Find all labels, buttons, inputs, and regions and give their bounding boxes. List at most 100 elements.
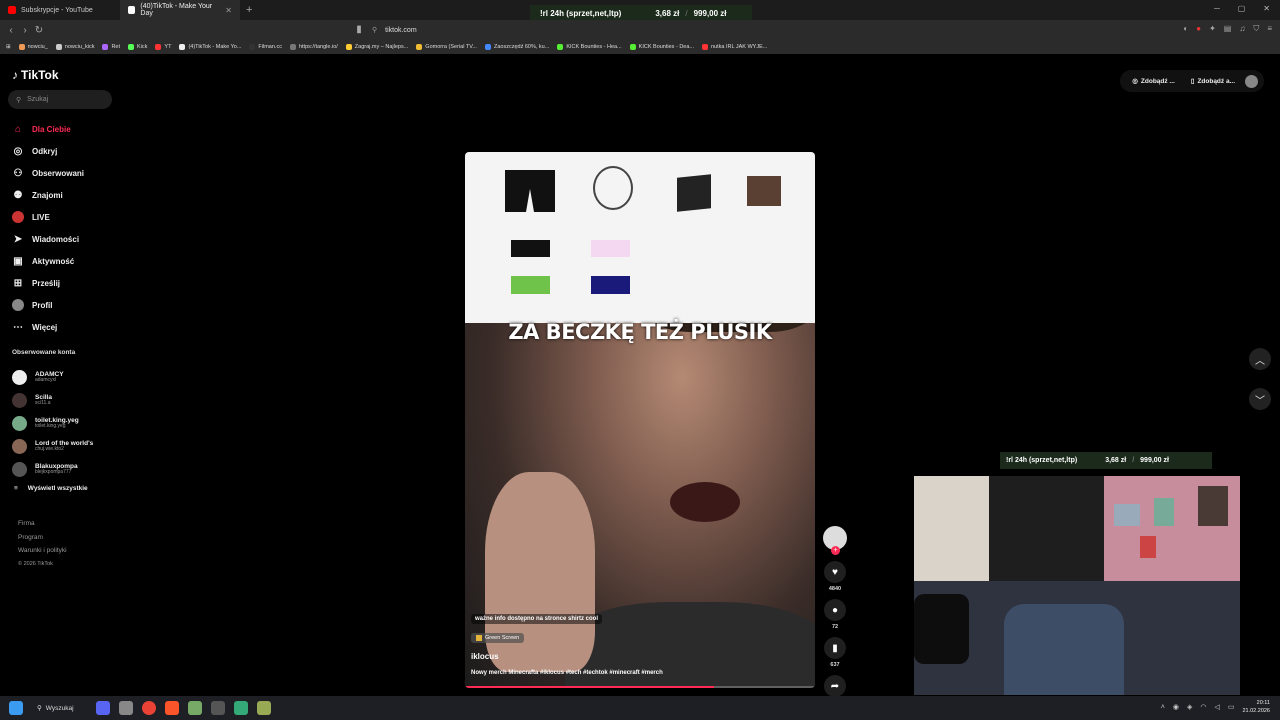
sidebar-item-activity[interactable]: ▣ Aktywność xyxy=(12,250,112,272)
search-icon: ⚲ xyxy=(16,96,22,104)
apps-icon[interactable]: ⊞ xyxy=(6,44,11,50)
sidebar-item-for-you[interactable]: ⌂ Dla Ciebie xyxy=(12,118,112,140)
save-button[interactable]: ▮ xyxy=(824,637,846,659)
sidebar-item-following[interactable]: ⚇ Obserwowani xyxy=(12,162,112,184)
forward-icon[interactable]: › xyxy=(18,25,32,36)
sidebar-item-upload[interactable]: ⊞ Prześlij xyxy=(12,272,112,294)
sidebar-item-more[interactable]: ⋯ Więcej xyxy=(12,316,112,338)
tray-icon[interactable]: ◈ xyxy=(1187,703,1192,711)
video-progress-fill xyxy=(465,686,714,688)
effect-tag[interactable]: Green Screen xyxy=(471,633,525,643)
clock[interactable]: 20:11 21.02.2026 xyxy=(1242,699,1270,715)
sidebar-item-friends[interactable]: ⚉ Znajomi xyxy=(12,184,112,206)
app-icon[interactable] xyxy=(210,701,225,715)
restore-button[interactable]: ▢ xyxy=(1238,4,1246,13)
bookmark-item[interactable]: https://tangle.io/ xyxy=(289,44,338,50)
bookmark-favicon xyxy=(155,44,162,50)
bookmark-item[interactable]: (4)TikTok - Make Yo... xyxy=(179,44,241,50)
bookmark-item[interactable]: Zaoszczędź 60%, ku... xyxy=(484,44,549,50)
video-player[interactable]: ZA BECZKĘ TEŻ PLUSIK ważne info dostępno… xyxy=(465,152,815,688)
message-icon: ➤ xyxy=(13,233,23,245)
back-icon[interactable]: ‹ xyxy=(4,25,18,36)
tab-tiktok[interactable]: (40)TikTok - Make Your Day ✕ xyxy=(120,0,240,20)
bookmark-icon[interactable]: ▮ xyxy=(352,24,366,35)
webcam-overlay xyxy=(914,476,1240,695)
music-icon[interactable]: ♫ xyxy=(1239,24,1245,34)
close-icon[interactable]: ✕ xyxy=(225,6,232,15)
footer-link-company[interactable]: Firma xyxy=(18,517,67,531)
bookmark-item[interactable]: nowciu_kick xyxy=(55,44,94,50)
chevron-up-icon[interactable]: ˄ xyxy=(1161,704,1165,711)
coin-icon: ◎ xyxy=(1132,78,1138,85)
get-app-button[interactable]: ▯ Zdobądź a... xyxy=(1185,77,1241,86)
followed-account[interactable]: Scilla sci11.a xyxy=(12,389,112,412)
comment-button[interactable]: ● xyxy=(824,599,846,621)
app-icon[interactable] xyxy=(187,701,202,715)
sidebar-item-live[interactable]: LIVE xyxy=(12,206,112,228)
tray-icon[interactable]: ◉ xyxy=(1173,703,1179,711)
video-progress-bar[interactable] xyxy=(465,686,815,688)
reload-icon[interactable]: ↻ xyxy=(32,25,46,36)
minimize-button[interactable]: ─ xyxy=(1214,4,1220,13)
previous-video-button[interactable]: ︿ xyxy=(1249,348,1271,370)
bookmark-item[interactable]: KICK Bounties - Hea... xyxy=(557,44,622,50)
wifi-icon[interactable]: ◠ xyxy=(1200,703,1206,711)
sidebar-icon[interactable]: ▤ xyxy=(1224,24,1232,34)
follow-plus-icon[interactable]: + xyxy=(831,546,840,555)
shield-icon[interactable]: ⛉ xyxy=(1253,24,1259,34)
app-icon[interactable] xyxy=(233,701,248,715)
new-tab-button[interactable]: + xyxy=(246,4,252,16)
video-info-text: ważne info dostępno na stronce shirtz co… xyxy=(471,614,603,624)
discord-icon[interactable] xyxy=(95,701,110,715)
footer-link-terms[interactable]: Warunki i polityki xyxy=(18,544,67,558)
bookmark-item[interactable]: nowciu_ xyxy=(18,44,48,50)
windows-start-icon[interactable] xyxy=(9,701,23,715)
bookmark-item[interactable]: Gomorra (Serial TV... xyxy=(416,44,477,50)
sidebar-item-messages[interactable]: ➤ Wiadomości xyxy=(12,228,112,250)
show-all-button[interactable]: ≡ Wyświetl wszystkie xyxy=(14,485,88,492)
volume-icon[interactable]: ◁ xyxy=(1214,703,1219,711)
close-window-button[interactable]: ✕ xyxy=(1263,4,1270,13)
bookmark-item[interactable]: KICK Bounties - Dea... xyxy=(629,44,694,50)
followed-account[interactable]: ADAMCY adamcyxl xyxy=(12,366,112,389)
video-author[interactable]: iklocus xyxy=(471,652,499,661)
brave-icon[interactable] xyxy=(164,701,179,715)
bookmark-item[interactable]: Ret xyxy=(102,44,120,50)
user-avatar[interactable] xyxy=(1245,74,1258,88)
bookmark-item[interactable]: Kick xyxy=(128,44,147,50)
menu-icon[interactable]: ≡ xyxy=(1267,24,1272,34)
battery-icon[interactable]: ▭ xyxy=(1228,703,1235,711)
extension-icon[interactable]: ◐ xyxy=(1183,24,1188,34)
app-icon[interactable] xyxy=(256,701,271,715)
sidebar-item-profile[interactable]: Profil xyxy=(12,294,112,316)
bookmark-item[interactable]: YT xyxy=(155,44,171,50)
followed-account[interactable]: Lord of the world's chuj.wie.kto2 xyxy=(12,435,112,458)
get-coins-button[interactable]: ◎ Zdobądź ... xyxy=(1126,77,1181,86)
share-button[interactable]: ➦ xyxy=(824,675,846,697)
sidebar-item-explore[interactable]: ◎ Odkryj xyxy=(12,140,112,162)
bookmarks-bar: ⊞ nowciu_ nowciu_kick Ret Kick YT (4)Tik… xyxy=(0,40,1280,54)
site-info-icon[interactable]: ⚲ xyxy=(372,26,377,34)
url-field[interactable]: ⚲ tiktok.com xyxy=(372,23,417,37)
tiktok-logo[interactable]: ♪ TikTok xyxy=(12,68,59,82)
taskbar-search[interactable]: ⚲ Wyszukaj xyxy=(37,704,74,713)
webcam-poster xyxy=(1114,504,1140,526)
bookmark-item[interactable]: Zagraj.my – Najleps... xyxy=(345,44,408,50)
record-icon[interactable]: ● xyxy=(1196,24,1201,34)
bookmark-item[interactable]: nutka IRL JAK WYJE... xyxy=(702,44,767,50)
chrome-icon[interactable] xyxy=(141,701,156,715)
bookmark-item[interactable]: Filman.cc xyxy=(249,44,282,50)
upload-icon: ⊞ xyxy=(13,277,23,289)
avatar xyxy=(12,439,27,454)
puzzle-icon[interactable]: ✦ xyxy=(1209,24,1216,34)
followed-account[interactable]: toilet.king.yeg toilet.king.yeg xyxy=(12,412,112,435)
like-button[interactable]: ♥ xyxy=(824,561,846,583)
tab-youtube[interactable]: Subskrypcje - YouTube xyxy=(0,0,120,20)
app-icon[interactable] xyxy=(118,701,133,715)
followed-account[interactable]: Blakuxpompa blejkxpompa777 xyxy=(12,458,112,481)
creator-avatar[interactable]: + xyxy=(823,526,847,555)
screen: Subskrypcje - YouTube (40)TikTok - Make … xyxy=(0,0,1280,720)
search-input[interactable]: ⚲ Szukaj xyxy=(8,90,112,109)
footer-link-program[interactable]: Program xyxy=(18,531,67,545)
next-video-button[interactable]: ﹀ xyxy=(1249,388,1271,410)
